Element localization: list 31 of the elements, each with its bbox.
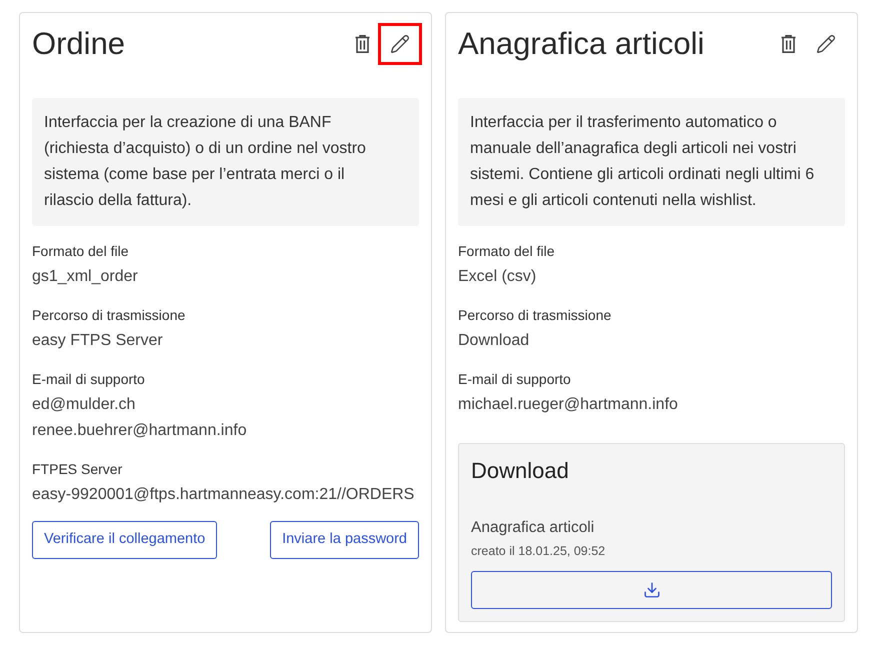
- download-icon: [642, 581, 660, 599]
- field-label: FTPES Server: [32, 460, 124, 479]
- field-label: Percorso di trasmissione: [458, 306, 612, 325]
- field-label: Formato del file: [32, 242, 130, 261]
- description-panel: Interfaccia per la creazione di una BANF (richiesta d’acquisto) o di un ordine nel vostro sistema (come base per l’entrata merci o il rilascio della fattura).: [32, 98, 419, 226]
- card-title: Anagrafica articoli: [458, 25, 704, 63]
- file-name: Anagrafica articoli: [471, 518, 596, 538]
- field-value: gs1_xml_order: [32, 267, 139, 287]
- text-button[interactable]: Inviare la password: [270, 521, 419, 559]
- trash-icon: [354, 35, 370, 53]
- field-value: easy-9920001@ftps.hartmanneasy.com:21//ORDERS: [32, 485, 416, 505]
- field-value: ed@mulder.ch: [32, 395, 136, 415]
- field-value: renee.buehrer@hartmann.info: [32, 421, 248, 441]
- edit-button[interactable]: [378, 23, 422, 65]
- field-value: michael.rueger@hartmann.info: [458, 395, 679, 415]
- field-label: Percorso di trasmissione: [32, 306, 186, 325]
- trash-icon: [780, 35, 796, 53]
- text-button[interactable]: Verificare il collegamento: [32, 521, 218, 559]
- field-value: easy FTPS Server: [32, 331, 164, 351]
- creation-date: creato il 18.01.25, 09:52: [471, 543, 606, 560]
- field-label: Formato del file: [458, 242, 556, 261]
- card-title: Ordine: [32, 25, 126, 63]
- panel-title: Download: [471, 457, 570, 485]
- field-value: Excel (csv): [458, 267, 538, 287]
- field-label: E-mail di supporto: [32, 370, 146, 389]
- download-button[interactable]: [471, 571, 832, 609]
- field-label: E-mail di supporto: [458, 370, 572, 389]
- description-panel: Interfaccia per il trasferimento automatico o manuale dell’anagrafica degli articoli nei vostri sistemi. Contiene gli articoli ordinati negli ultimi 6 mesi e gli articoli contenuti nella wishlist.: [458, 98, 845, 226]
- field-value: Download: [458, 331, 530, 351]
- pencil-icon: [816, 34, 836, 54]
- pencil-icon: [390, 34, 410, 54]
